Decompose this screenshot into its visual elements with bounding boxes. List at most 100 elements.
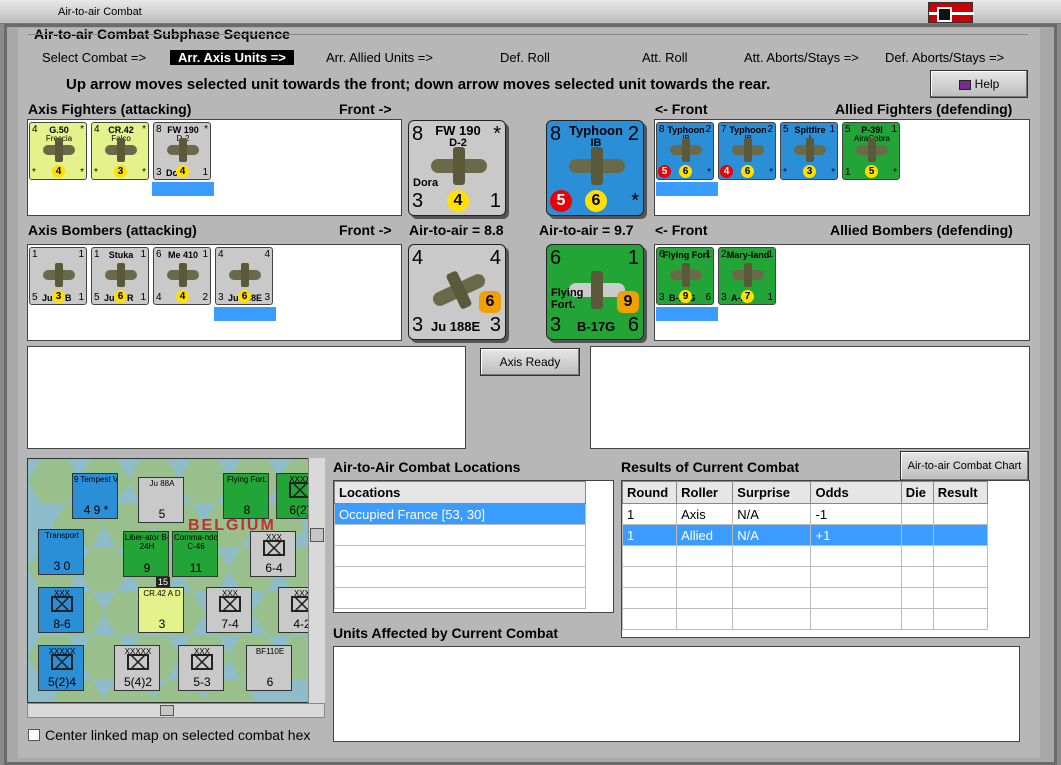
map-counter-value: 3 <box>158 617 166 631</box>
step-att-roll[interactable]: Att. Roll <box>642 50 688 65</box>
location-row-empty[interactable] <box>334 587 586 609</box>
unit-counter[interactable]: 4 4 Ju 188E 3 6 3 <box>215 247 273 305</box>
map-counter-label: BF110E <box>255 647 285 656</box>
plane-icon <box>43 138 75 162</box>
unit-counter[interactable]: 5P-39IAiraCobra115* <box>842 122 900 180</box>
unit-counter[interactable]: 6 Me 410 1 4 4 2 <box>153 247 211 305</box>
map-counter[interactable]: BF110E 6 <box>246 645 292 691</box>
map-vertical-scrollbar[interactable] <box>308 458 325 703</box>
plane-icon <box>105 138 137 162</box>
unit-counter[interactable]: 1Stuka1Ju 87R561 <box>91 247 149 305</box>
table-row-empty[interactable] <box>621 587 989 609</box>
map-counter-label: Transport <box>45 531 79 540</box>
counter-br: * <box>142 167 146 178</box>
step-arr-allied-units[interactable]: Arr. Allied Units => <box>326 50 433 65</box>
unit-counter[interactable]: 11Ju 87B531 <box>29 247 87 305</box>
big-mid: 6 <box>479 291 501 313</box>
map-counter[interactable]: Transport 3 0 <box>38 529 84 575</box>
col-result: Result <box>932 481 989 504</box>
axis-ready-button[interactable]: Axis Ready <box>480 348 580 376</box>
unit-counter[interactable]: 8TyphoonIB256* <box>656 122 714 180</box>
table-row-empty[interactable] <box>621 608 989 630</box>
col-surprise: Surprise <box>732 481 812 504</box>
map-counter[interactable]: Comma-ndo C-46 11 <box>172 531 218 577</box>
unit-counter[interactable]: 4CR.42Falco**3* <box>91 122 149 180</box>
locations-title: Air-to-Air Combat Locations <box>333 459 521 475</box>
counter-tr: 1 <box>140 249 146 260</box>
step-att-aborts[interactable]: Att. Aborts/Stays => <box>744 50 859 65</box>
unit-counter[interactable]: 4G.50Freccia**4* <box>29 122 87 180</box>
units-affected-panel <box>333 646 1020 742</box>
map-counter[interactable]: XXX 6-4 <box>250 531 296 577</box>
unit-symbol-icon <box>51 596 73 612</box>
big-br: 1 <box>489 190 501 212</box>
map-counter[interactable]: XXX 8-6 <box>38 587 84 633</box>
map-counter[interactable]: XXXXX 5(2)4 <box>38 645 84 691</box>
locations-table[interactable]: Locations Occupied France [53, 30] <box>333 480 614 613</box>
unit-counter[interactable]: 2Mary-land1A-22371 <box>718 247 776 305</box>
counter-tr: * <box>204 124 208 135</box>
step-arr-axis-units[interactable]: Arr. Axis Units => <box>170 50 294 65</box>
map-region-label: BELGIUM <box>188 517 276 534</box>
table-row-empty[interactable] <box>621 566 989 588</box>
locations-header: Locations <box>334 481 586 504</box>
map-horizontal-scrollbar[interactable] <box>27 703 325 718</box>
map-counter-value: 6 <box>266 675 274 689</box>
results-table[interactable]: Round Roller Surprise Odds Die Result 1A… <box>621 480 1030 638</box>
step-def-aborts[interactable]: Def. Aborts/Stays => <box>885 50 1004 65</box>
map-counter[interactable]: Liber-ator B-24H 9 <box>123 531 169 577</box>
axis-selected-fighter[interactable]: 8 FW 190 D-2 * Dora 3 4 1 <box>408 120 506 216</box>
linked-map[interactable]: 9 Tempest V 4 9 * Ju 88A 5 Flying Fort. 8 XXXX… <box>27 458 325 703</box>
location-row-empty[interactable] <box>334 545 586 567</box>
big-sub2: Dora <box>413 177 439 189</box>
counter-br: 1 <box>140 292 146 303</box>
map-counter[interactable]: XXX 5-3 <box>178 645 224 691</box>
axis-fighters-label: Axis Fighters (attacking) <box>28 101 192 117</box>
allied-selected-bomber[interactable]: 6 1 Flying Fort. 3 B-17G 9 6 <box>546 244 644 340</box>
location-row[interactable]: Occupied France [53, 30] <box>334 503 586 525</box>
counter-tr: 1 <box>202 249 208 260</box>
counter-tr: 4 <box>264 249 270 260</box>
cell-result <box>932 524 989 546</box>
location-row-empty[interactable] <box>334 524 586 546</box>
allied-selected-fighter[interactable]: 8 Typhoon IB 2 5 6 * <box>546 120 644 216</box>
counter-bl: 5 <box>32 292 38 303</box>
axis-selected-bomber[interactable]: 4 4 3 Ju 188E 6 3 <box>408 244 506 340</box>
map-counter[interactable]: 9 Tempest V 4 9 * <box>72 473 118 519</box>
map-counter[interactable]: Ju 88A 5 <box>138 477 184 523</box>
counter-mid: 3 <box>803 165 816 178</box>
counter-tr: 2 <box>705 124 711 135</box>
unit-counter[interactable]: 5SpitfireI1*3* <box>780 122 838 180</box>
counter-tr: 1 <box>705 249 711 260</box>
map-counter[interactable]: CR.42 A D 3 <box>138 587 184 633</box>
a2a-combat-chart-button[interactable]: Air-to-air Combat Chart <box>900 451 1029 481</box>
counter-mid: 7 <box>741 290 754 303</box>
map-hscroll-thumb[interactable] <box>160 705 174 716</box>
table-row-selected[interactable]: 1 Allied N/A +1 <box>621 524 989 546</box>
map-counter-value: 11 <box>189 561 203 575</box>
allied-fighters-front: <- Front <box>655 101 708 117</box>
plane-icon <box>732 138 764 162</box>
counter-mid: 9 <box>679 290 692 303</box>
unit-counter[interactable]: 8FW 190D-2*Dora341 <box>153 122 211 180</box>
map-vscroll-thumb[interactable] <box>310 528 324 542</box>
help-button[interactable]: Help <box>930 70 1028 98</box>
location-row-empty[interactable] <box>334 566 586 588</box>
map-counter-value: 3 0 <box>53 559 71 573</box>
unit-counter[interactable]: 6Flying Fort1B-17G396 <box>656 247 714 305</box>
table-row[interactable]: 1 Axis N/A -1 <box>621 503 989 525</box>
map-counter[interactable]: Flying Fort. 8 <box>223 473 269 519</box>
center-map-checkbox[interactable] <box>28 729 40 741</box>
counter-bl: 4 <box>156 292 162 303</box>
big-tr: 4 <box>489 247 501 269</box>
map-counter-label: Ju 88A <box>149 479 175 488</box>
step-def-roll[interactable]: Def. Roll <box>500 50 550 65</box>
unit-counter[interactable]: 7TyphoonIB246* <box>718 122 776 180</box>
step-select-combat[interactable]: Select Combat => <box>42 50 146 65</box>
counter-bl: * <box>783 167 787 178</box>
map-counter[interactable]: XXX 7-4 <box>206 587 252 633</box>
map-counter[interactable]: XXXXX 5(4)2 <box>114 645 160 691</box>
map-counter-value: 7-4 <box>221 617 239 631</box>
table-row-empty[interactable] <box>621 545 989 567</box>
big-tr: 1 <box>627 247 639 269</box>
